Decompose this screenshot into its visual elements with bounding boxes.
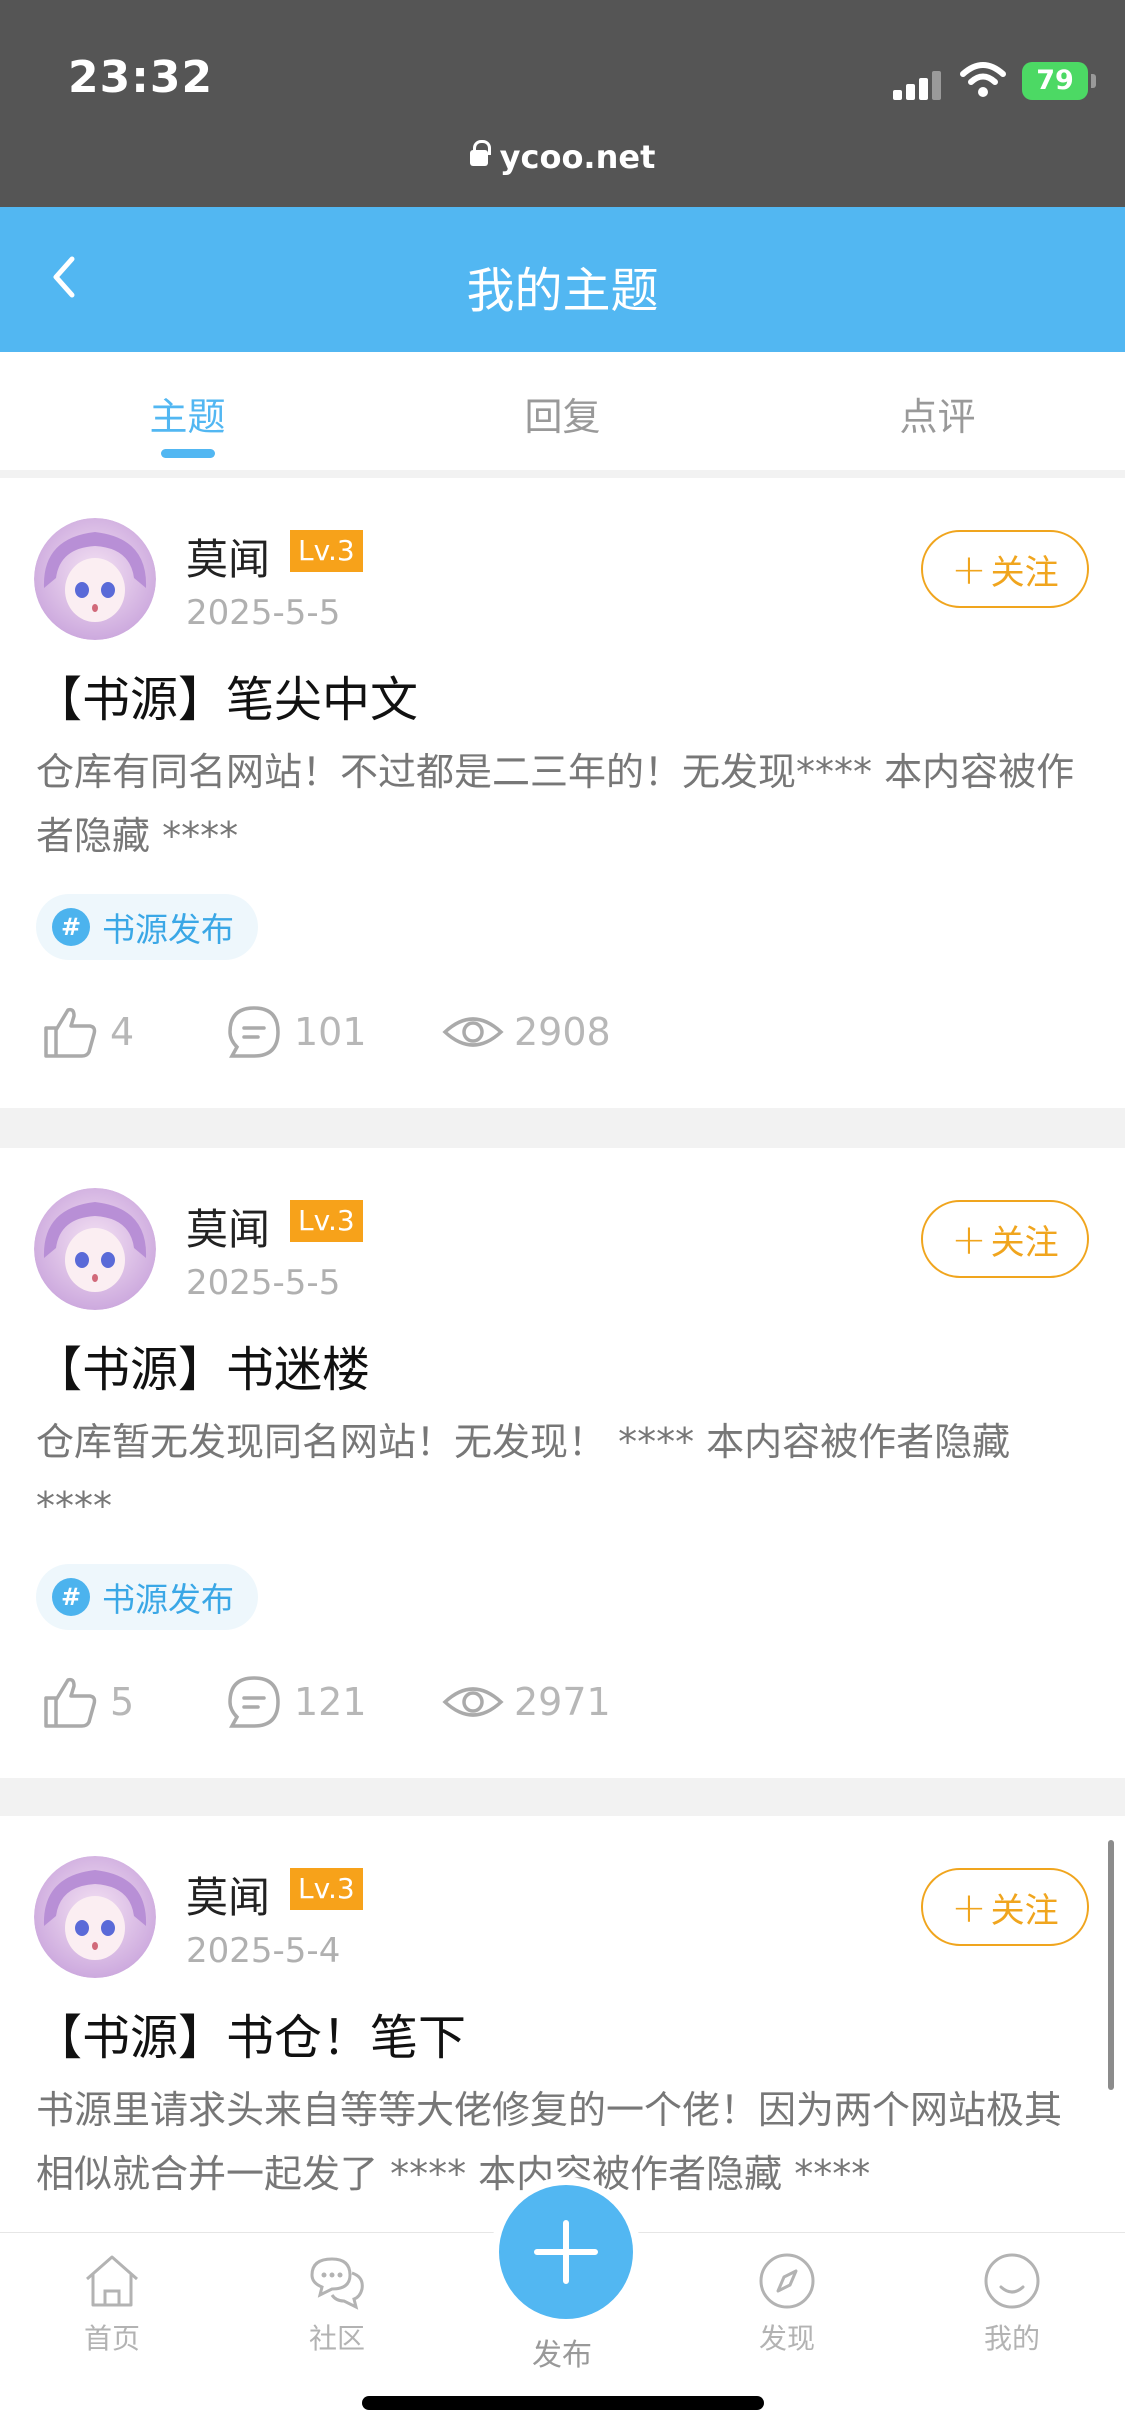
- avatar[interactable]: [34, 1856, 156, 1978]
- views-stat: 2971: [442, 1672, 611, 1732]
- compass-icon: [759, 2253, 815, 2309]
- post-date: 2025-5-5: [186, 1263, 341, 1303]
- address-bar[interactable]: ycoo.net: [0, 138, 1125, 176]
- avatar[interactable]: [34, 1188, 156, 1310]
- page-title: 我的主题: [466, 263, 659, 319]
- follow-button[interactable]: + 关注: [921, 530, 1089, 608]
- scrollbar[interactable]: [1108, 1840, 1114, 2090]
- level-badge: Lv.3: [290, 530, 363, 572]
- chat-bubbles-icon: [310, 2257, 364, 2310]
- topic-tag[interactable]: # 书源发布: [36, 894, 258, 960]
- tabbar-label: 我的: [983, 2322, 1040, 2355]
- post-title[interactable]: 【书源】笔尖中文: [34, 660, 418, 730]
- plus-icon: +: [951, 544, 987, 594]
- comment-count: 101: [294, 1010, 367, 1054]
- post-card[interactable]: 莫闻 Lv.3 2025-5-5 + 关注 【书源】书迷楼 仓库暂无发现同名网站！…: [0, 1148, 1125, 1778]
- tab-bar: 主题 回复 点评: [0, 352, 1125, 470]
- thumbs-up-icon: [44, 1007, 97, 1058]
- status-time: 23:32: [68, 52, 214, 103]
- follow-button[interactable]: + 关注: [921, 1200, 1089, 1278]
- tabbar-label: 发现: [758, 2322, 815, 2355]
- level-badge: Lv.3: [290, 1200, 363, 1242]
- battery-level: 79: [1036, 65, 1074, 96]
- comment-button[interactable]: 101: [224, 1002, 367, 1062]
- comment-button[interactable]: 121: [224, 1672, 367, 1732]
- like-count: 5: [110, 1680, 135, 1724]
- home-indicator: [362, 2396, 764, 2410]
- like-count: 4: [110, 1010, 135, 1054]
- post-date: 2025-5-4: [186, 1931, 341, 1971]
- plus-icon: +: [951, 1214, 987, 1264]
- level-badge: Lv.3: [290, 1868, 363, 1910]
- post-title[interactable]: 【书源】书仓！笔下: [34, 1998, 466, 2068]
- battery-indicator: 79: [1022, 62, 1088, 100]
- eye-icon: [442, 1017, 504, 1047]
- tabbar-mine[interactable]: 我的: [952, 2251, 1072, 2357]
- follow-label: 关注: [990, 1890, 1059, 1931]
- post-excerpt: 仓库暂无发现同名网站！无发现！ **** 本内容被作者隐藏 ****: [36, 1420, 1011, 1528]
- post-card[interactable]: 莫闻 Lv.3 2025-5-4 + 关注 【书源】书仓！笔下 书源里请求头来自等…: [0, 1816, 1125, 2236]
- like-button[interactable]: 5: [40, 1672, 134, 1732]
- follow-label: 关注: [990, 552, 1059, 593]
- battery-tip: [1091, 74, 1096, 88]
- home-icon: [86, 2255, 138, 2307]
- avatar[interactable]: [34, 518, 156, 640]
- post-card[interactable]: 莫闻 Lv.3 2025-5-5 + 关注 【书源】笔尖中文 仓库有同名网站！不过…: [0, 478, 1125, 1108]
- cellular-signal-icon: [893, 70, 941, 100]
- tab-replies[interactable]: 回复: [375, 352, 750, 470]
- eye-icon: [442, 1687, 504, 1717]
- tab-topics[interactable]: 主题: [0, 352, 375, 470]
- publish-label: 发布: [532, 2338, 592, 2373]
- post-excerpt: 仓库有同名网站！不过都是二三年的！无发现**** 本内容被作者隐藏 ****: [36, 750, 1075, 858]
- lock-icon: [469, 140, 491, 166]
- plus-icon: [534, 2220, 598, 2284]
- nav-bar: 我的主题: [0, 207, 1125, 352]
- plus-icon: +: [951, 1882, 987, 1932]
- post-title[interactable]: 【书源】书迷楼: [34, 1330, 370, 1400]
- tabbar-discover[interactable]: 发现: [727, 2251, 847, 2357]
- author-name[interactable]: 莫闻: [186, 526, 270, 587]
- tag-label: 书源发布: [102, 1580, 234, 1619]
- post-date: 2025-5-5: [186, 593, 341, 633]
- tabbar-community[interactable]: 社区: [277, 2251, 397, 2357]
- status-bar: 23:32 79 ycoo.net: [0, 0, 1125, 207]
- tabbar-label: 社区: [308, 2322, 365, 2355]
- comment-icon: [228, 1006, 280, 1058]
- comment-count: 121: [294, 1680, 367, 1724]
- topic-tag[interactable]: # 书源发布: [36, 1564, 258, 1630]
- views-stat: 2908: [442, 1002, 611, 1062]
- author-name[interactable]: 莫闻: [186, 1864, 270, 1925]
- thumbs-up-icon: [44, 1677, 97, 1728]
- view-count: 2908: [514, 1010, 611, 1054]
- smiley-icon: [984, 2253, 1040, 2309]
- tab-reviews[interactable]: 点评: [750, 352, 1125, 470]
- url-text: ycoo.net: [499, 138, 656, 176]
- author-name[interactable]: 莫闻: [186, 1196, 270, 1257]
- hashtag-icon: #: [52, 908, 90, 946]
- follow-label: 关注: [990, 1222, 1059, 1263]
- follow-button[interactable]: + 关注: [921, 1868, 1089, 1946]
- view-count: 2971: [514, 1680, 611, 1724]
- like-button[interactable]: 4: [40, 1002, 134, 1062]
- hashtag-icon: #: [52, 1578, 90, 1616]
- publish-button[interactable]: [499, 2185, 633, 2319]
- comment-icon: [228, 1676, 280, 1728]
- wifi-icon: [960, 62, 1006, 97]
- tag-label: 书源发布: [102, 910, 234, 949]
- tabbar-home[interactable]: 首页: [52, 2251, 172, 2357]
- tabbar-label: 首页: [83, 2322, 140, 2355]
